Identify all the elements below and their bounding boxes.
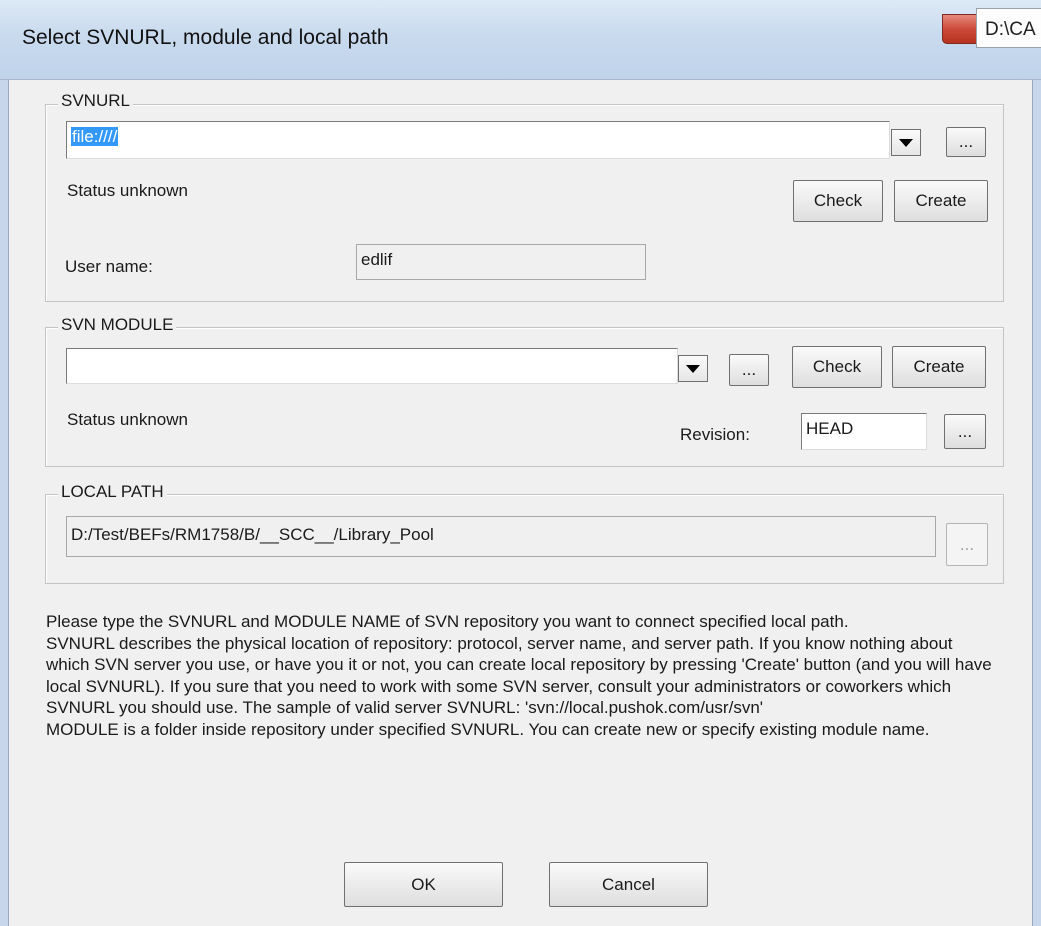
user-name-field[interactable]: edlif	[356, 244, 646, 280]
window-frame-left	[0, 80, 9, 926]
revision-field[interactable]: HEAD	[801, 413, 927, 450]
svnurl-browse-button[interactable]: ...	[946, 127, 986, 157]
svnurl-dropdown-button[interactable]	[891, 129, 921, 156]
svnurl-legend: SVNURL	[58, 91, 133, 111]
revision-browse-button[interactable]: ...	[944, 414, 986, 449]
help-paragraph-3: MODULE is a folder inside repository und…	[46, 719, 930, 739]
chevron-down-icon	[899, 138, 913, 147]
svnurl-create-button[interactable]: Create	[894, 180, 988, 222]
background-window-tab[interactable]: D:\CA	[976, 8, 1041, 48]
local-path-browse-button[interactable]: ...	[946, 523, 988, 566]
help-paragraph-1: Please type the SVNURL and MODULE NAME o…	[46, 612, 849, 631]
svn-module-status: Status unknown	[67, 410, 188, 429]
revision-label: Revision:	[680, 425, 750, 444]
svnurl-combobox-input[interactable]: file:////	[66, 121, 890, 159]
window-title: Select SVNURL, module and local path	[22, 26, 389, 49]
cancel-button[interactable]: Cancel	[549, 862, 708, 907]
user-name-label: User name:	[65, 257, 153, 276]
svnurl-value: file:////	[71, 127, 119, 146]
svn-module-check-button[interactable]: Check	[792, 346, 882, 388]
svnurl-check-button[interactable]: Check	[793, 180, 883, 222]
svn-module-create-button[interactable]: Create	[892, 346, 986, 388]
chevron-down-icon	[686, 364, 700, 373]
svnurl-status: Status unknown	[67, 181, 188, 200]
svn-module-browse-button[interactable]: ...	[729, 354, 769, 386]
help-text: Please type the SVNURL and MODULE NAME o…	[46, 611, 996, 740]
svn-module-combobox-input[interactable]	[66, 348, 678, 384]
ok-button[interactable]: OK	[344, 862, 503, 907]
svn-module-dropdown-button[interactable]	[678, 355, 708, 382]
local-path-field[interactable]: D:/Test/BEFs/RM1758/B/__SCC__/Library_Po…	[66, 516, 936, 557]
help-paragraph-2: SVNURL describes the physical location o…	[46, 633, 992, 718]
svn-module-legend: SVN MODULE	[58, 315, 177, 335]
window-frame-right	[1032, 80, 1041, 926]
local-path-legend: LOCAL PATH	[58, 482, 167, 502]
